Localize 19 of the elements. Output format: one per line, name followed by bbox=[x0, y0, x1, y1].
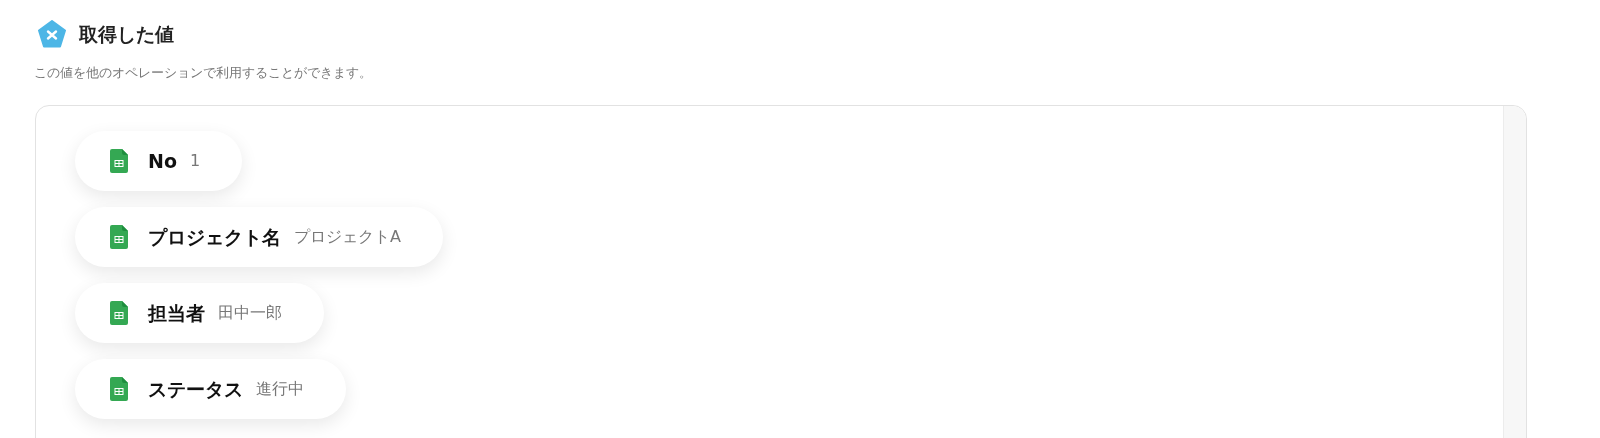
chip-label: ステータス bbox=[148, 376, 243, 402]
chip-value: 1 bbox=[189, 150, 201, 172]
spreadsheet-icon bbox=[110, 301, 128, 325]
spreadsheet-icon bbox=[110, 377, 128, 401]
section-title: 取得した値 bbox=[79, 22, 174, 48]
spreadsheet-icon bbox=[110, 225, 128, 249]
chip-value: 進行中 bbox=[256, 378, 304, 400]
chip-value: 田中一郎 bbox=[218, 302, 282, 324]
value-chip[interactable]: ステータス 進行中 bbox=[75, 359, 346, 419]
section-description: この値を他のオペレーションで利用することができます。 bbox=[33, 64, 373, 82]
chip-label: 担当者 bbox=[148, 300, 205, 326]
spreadsheet-icon bbox=[110, 149, 128, 173]
value-chip[interactable]: プロジェクト名 プロジェクトA bbox=[75, 207, 443, 267]
chip-value: プロジェクトA bbox=[294, 226, 401, 248]
value-chip[interactable]: 担当者 田中一郎 bbox=[75, 283, 324, 343]
chip-label: No bbox=[148, 148, 177, 174]
chip-label: プロジェクト名 bbox=[148, 224, 281, 250]
variable-icon bbox=[37, 20, 67, 49]
value-chip[interactable]: No 1 bbox=[75, 131, 243, 191]
